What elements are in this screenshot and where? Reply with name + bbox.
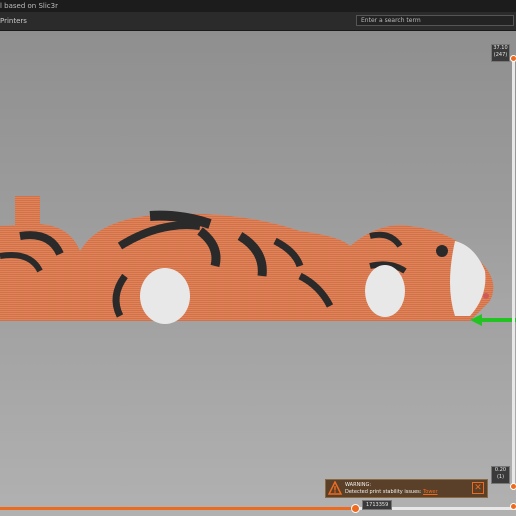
bottom-layer-number: (1) xyxy=(496,474,505,480)
window-titlebar: l based on Slic3r xyxy=(0,0,516,12)
warning-title: WARNING: xyxy=(345,482,372,488)
warning-message: Detected print stability issues: xyxy=(345,489,422,495)
horizontal-slider-thumb[interactable] xyxy=(351,504,360,513)
horizontal-slider-value: 1713359 xyxy=(362,500,393,510)
bottom-layer-label: 0.20 (1) xyxy=(491,466,510,484)
top-layer-height: 37.10 xyxy=(493,45,508,51)
bottom-layer-height: 0.20 xyxy=(494,467,507,473)
search-input[interactable] xyxy=(356,15,514,26)
axis-arrow-icon xyxy=(470,314,516,326)
top-layer-label: 37.10 (247) xyxy=(491,44,510,62)
top-toolbar: Printers xyxy=(0,12,516,31)
tab-printers[interactable]: Printers xyxy=(0,15,27,27)
sliced-tiger-model xyxy=(0,196,494,324)
close-icon[interactable]: ✕ xyxy=(472,482,484,494)
layer-slider-bottom-thumb[interactable] xyxy=(510,483,516,490)
warning-icon xyxy=(328,481,342,495)
layer-slider-track[interactable] xyxy=(512,60,515,490)
top-layer-number: (247) xyxy=(493,52,508,58)
warning-message-line: Detected print stability issues: Tower xyxy=(345,489,438,495)
tiger-eye xyxy=(436,245,448,257)
tiger-paw-right xyxy=(365,265,405,317)
horizontal-slider-end-thumb[interactable] xyxy=(510,503,516,510)
warning-link[interactable]: Tower xyxy=(423,489,438,495)
small-figure-stub xyxy=(15,196,40,228)
window-title: l based on Slic3r xyxy=(0,2,58,10)
tiger-paw-left xyxy=(140,268,190,324)
warning-notification: WARNING: Detected print stability issues… xyxy=(325,479,488,498)
3d-viewport[interactable]: 37.10 (247) 0.20 (1) WARNING: Detected p… xyxy=(0,31,516,516)
tiger-nose xyxy=(483,293,489,299)
layer-slider-top-thumb[interactable] xyxy=(510,55,516,62)
horizontal-slider-filled[interactable] xyxy=(0,507,357,510)
